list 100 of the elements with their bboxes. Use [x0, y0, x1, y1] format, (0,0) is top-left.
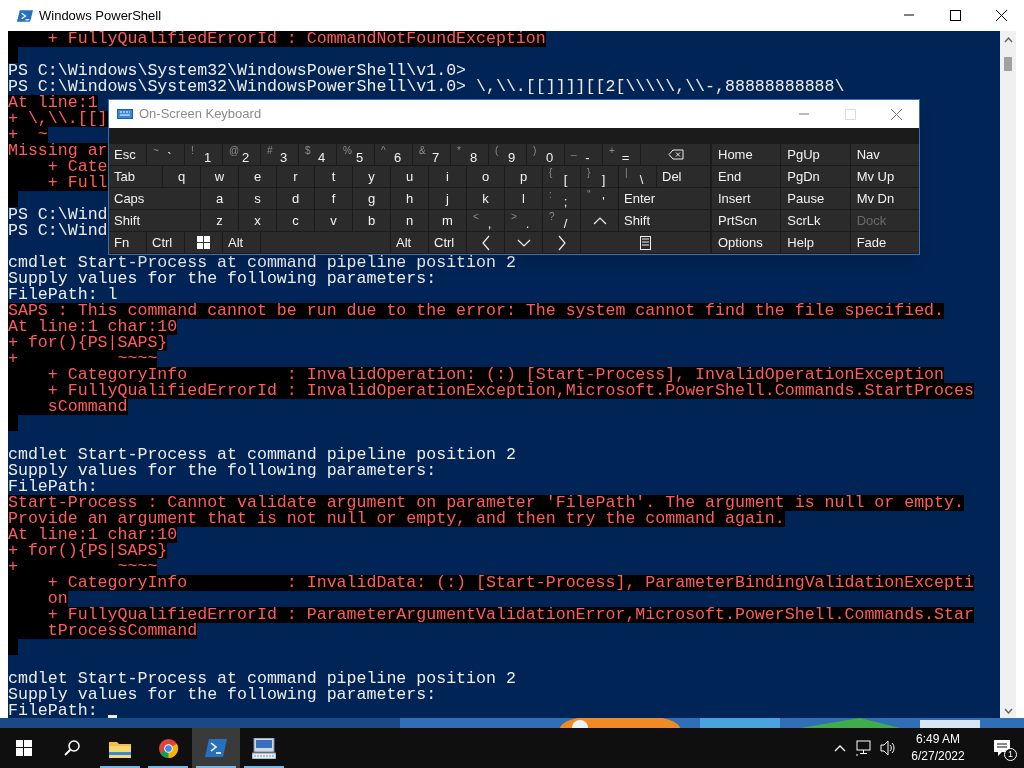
keyboard-key[interactable]: y — [353, 166, 390, 187]
clock[interactable]: 6:49 AM 6/27/2022 — [900, 728, 976, 768]
keyboard-key[interactable]: h — [391, 188, 428, 209]
keyboard-key[interactable]: l — [505, 188, 542, 209]
keyboard-key[interactable]: q — [163, 166, 200, 187]
keyboard-key[interactable]: o — [467, 166, 504, 187]
keyboard-key[interactable]: < , — [467, 210, 504, 231]
keyboard-key[interactable]: @ 2 — [223, 144, 260, 165]
error-background — [8, 639, 18, 655]
error-background — [8, 415, 18, 431]
keyboard-key[interactable]: Shift — [619, 210, 710, 231]
windows-icon — [16, 740, 32, 756]
keyboard-key[interactable]: PrtScn — [712, 210, 781, 231]
keyboard-key[interactable]: ScrLk — [781, 210, 850, 231]
keyboard-key[interactable]: ) 0 — [527, 144, 564, 165]
keyboard-key[interactable]: v — [315, 210, 352, 231]
keyboard-key[interactable]: % 5 — [337, 144, 374, 165]
keyboard-key[interactable]: Alt — [391, 232, 428, 253]
keyboard-key[interactable]: z — [201, 210, 238, 231]
console-line: PS C:\Windows\System32\WindowsPowerShell\v1.0> — [8, 63, 467, 79]
keyboard-key[interactable]: + = — [603, 144, 640, 165]
keyboard-key[interactable]: Insert — [712, 188, 781, 209]
keyboard-key[interactable]: r — [277, 166, 314, 187]
keyboard-key[interactable]: i — [429, 166, 466, 187]
keyboard-key[interactable] — [467, 232, 504, 253]
keyboard-key[interactable]: u — [391, 166, 428, 187]
windows-icon — [197, 236, 210, 249]
keyboard-key[interactable]: $ 4 — [299, 144, 336, 165]
keyboard-key[interactable]: | \ — [619, 166, 656, 187]
keyboard-key[interactable]: Mv Dn — [850, 188, 919, 209]
keyboard-key[interactable]: Alt — [223, 232, 260, 253]
keyboard-key[interactable]: Shift — [109, 210, 200, 231]
keyboard-key[interactable]: m — [429, 210, 466, 231]
keyboard-key[interactable]: p — [505, 166, 542, 187]
console-line: PS C:\Wind — [8, 223, 108, 239]
keyboard-key[interactable]: Home — [712, 144, 781, 165]
console-line: cmdlet Start-Process at command pipeline position 2 — [8, 671, 516, 687]
notification-badge: 1 — [1004, 748, 1017, 761]
keyboard-key[interactable]: Ctrl — [429, 232, 466, 253]
keyboard-key[interactable]: * 8 — [451, 144, 488, 165]
keyboard-key[interactable]: b — [353, 210, 390, 231]
keyboard-key[interactable]: g — [353, 188, 390, 209]
keyboard-key[interactable]: Fade — [850, 232, 919, 253]
keyboard-key[interactable]: & 7 — [413, 144, 450, 165]
caret-left-icon — [481, 234, 490, 251]
keyboard-key[interactable]: : ; — [543, 188, 580, 209]
keyboard-key[interactable]: Pause — [781, 188, 850, 209]
keyboard-key[interactable]: { [ — [543, 166, 580, 187]
keyboard-key[interactable]: d — [277, 188, 314, 209]
keyboard-key[interactable]: Help — [781, 232, 850, 253]
keyboard-key[interactable]: t — [315, 166, 352, 187]
keyboard-key[interactable]: Ctrl — [147, 232, 184, 253]
keyboard-key[interactable]: Nav — [850, 144, 919, 165]
window-title: On-Screen Keyboard — [139, 105, 262, 124]
keyboard-key[interactable]: Tab — [109, 166, 162, 187]
window-title: Windows PowerShell — [39, 6, 162, 25]
error-background — [8, 47, 18, 63]
keyboard-key[interactable]: Mv Up — [850, 166, 919, 187]
error-background — [8, 191, 18, 207]
close-icon — [890, 108, 902, 120]
menu-icon — [640, 235, 651, 250]
keyboard-key[interactable]: ? / — [543, 210, 580, 231]
keyboard-key[interactable]: Del — [657, 166, 710, 187]
keyboard-key[interactable]: n — [391, 210, 428, 231]
keyboard-key[interactable]: _ - — [565, 144, 602, 165]
keyboard-key[interactable]: Caps — [109, 188, 200, 209]
keyboard-key[interactable]: ^ 6 — [375, 144, 412, 165]
keyboard-key[interactable]: Esc — [109, 144, 146, 165]
keyboard-key[interactable] — [543, 232, 580, 253]
keyboard-key[interactable]: x — [239, 210, 276, 231]
keyboard-key[interactable]: PgUp — [781, 144, 850, 165]
keyboard-key[interactable]: a — [201, 188, 238, 209]
console-line: cmdlet Start-Process at command pipeline position 2 — [8, 447, 516, 463]
keyboard-key[interactable]: # 3 — [261, 144, 298, 165]
console-line: FilePath: — [8, 703, 98, 718]
keyboard-key[interactable]: End — [712, 166, 781, 187]
keyboard-key[interactable]: ! 1 — [185, 144, 222, 165]
console-line: FilePath: l — [8, 287, 118, 303]
console-line: Supply values for the following parameters: — [8, 687, 437, 703]
scrollbar-thumb[interactable] — [1004, 57, 1012, 71]
keyboard-key[interactable]: j — [429, 188, 466, 209]
keyboard-key[interactable]: Options — [712, 232, 781, 253]
keyboard-key[interactable] — [185, 232, 222, 253]
console-line: Supply values for the following parameters: — [8, 271, 437, 287]
keyboard-key[interactable]: Fn — [109, 232, 146, 253]
keyboard-key[interactable]: k — [467, 188, 504, 209]
keyboard-key[interactable]: f — [315, 188, 352, 209]
keyboard-key[interactable]: > . — [505, 210, 542, 231]
keyboard-key[interactable]: ~ ` — [147, 144, 184, 165]
keyboard-key[interactable]: } ] — [581, 166, 618, 187]
keyboard-key[interactable]: PgDn — [781, 166, 850, 187]
keyboard-key[interactable]: Enter — [619, 188, 710, 209]
keyboard-key[interactable]: e — [239, 166, 276, 187]
keyboard-key[interactable]: c — [277, 210, 314, 231]
keyboard-key[interactable]: s — [239, 188, 276, 209]
notifications-button[interactable]: 1 — [980, 728, 1024, 768]
powershell-icon — [16, 7, 33, 24]
keyboard-key[interactable]: " ' — [581, 188, 618, 209]
keyboard-key[interactable]: ( 9 — [489, 144, 526, 165]
keyboard-key[interactable]: w — [201, 166, 238, 187]
